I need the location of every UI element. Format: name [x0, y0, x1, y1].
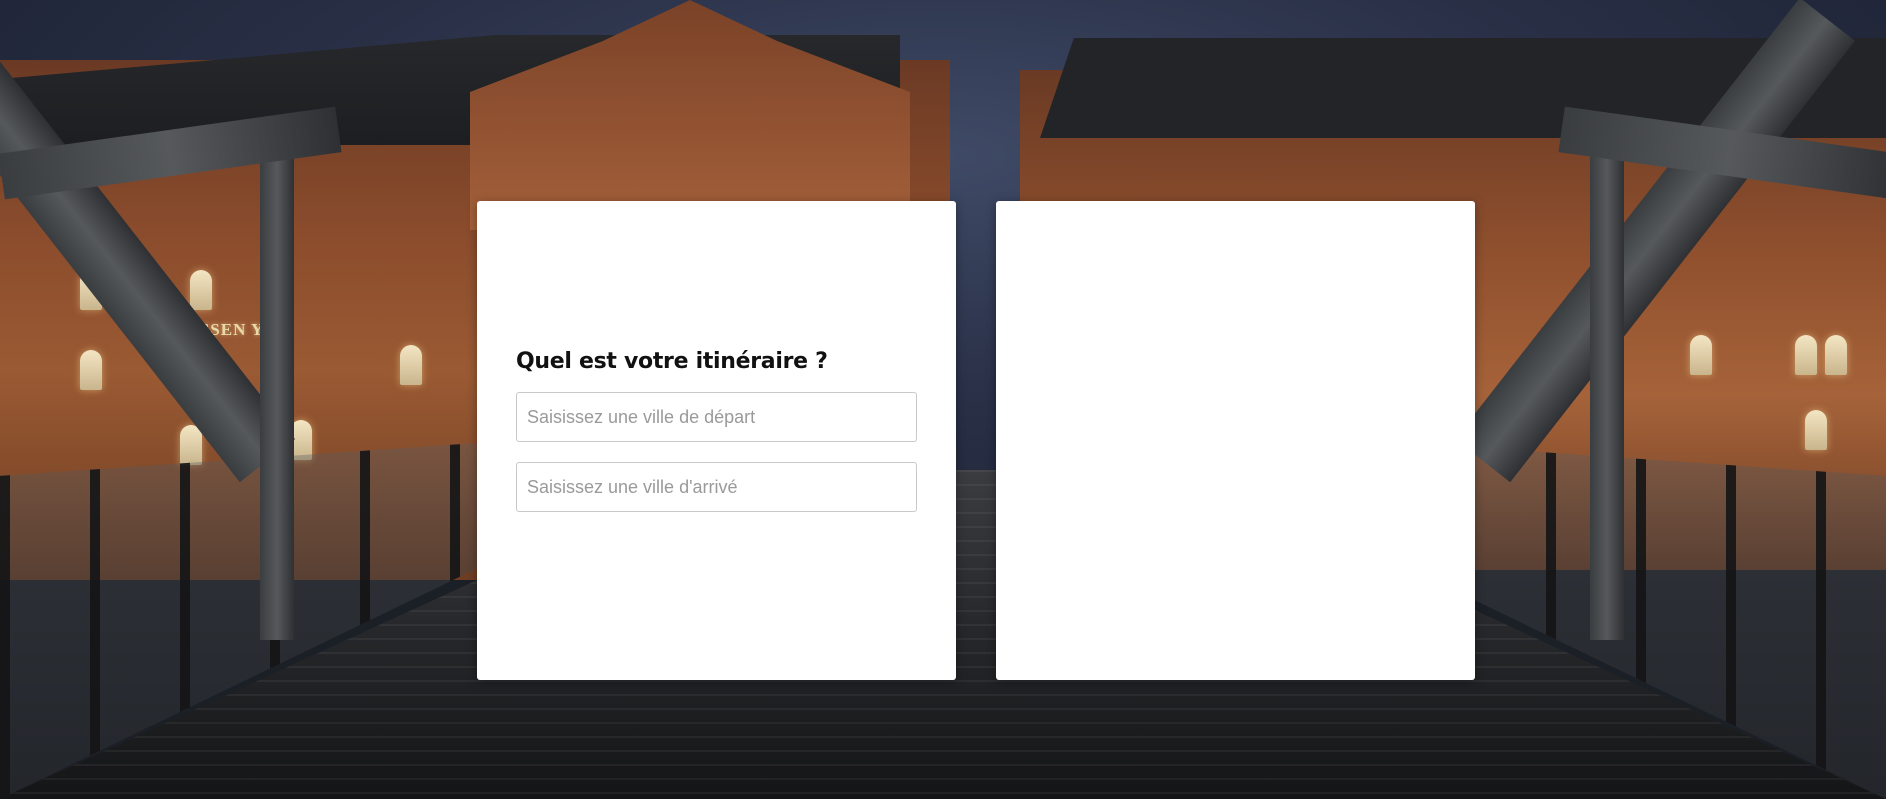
- steel-beam: [260, 120, 294, 640]
- itinerary-title: Quel est votre itinéraire ?: [516, 349, 828, 374]
- lit-window: [1690, 335, 1712, 375]
- results-panel: [996, 201, 1475, 680]
- arrival-city-input[interactable]: [516, 462, 917, 512]
- lit-window: [80, 350, 102, 390]
- itinerary-form: Quel est votre itinéraire ?: [516, 349, 917, 532]
- itinerary-card: Quel est votre itinéraire ?: [477, 201, 956, 680]
- lit-window: [180, 425, 202, 465]
- lit-window: [400, 345, 422, 385]
- lit-window: [1825, 335, 1847, 375]
- lit-window: [1795, 335, 1817, 375]
- departure-city-input[interactable]: [516, 392, 917, 442]
- lit-window: [190, 270, 212, 310]
- lit-window: [1805, 410, 1827, 450]
- steel-beam: [1590, 120, 1624, 640]
